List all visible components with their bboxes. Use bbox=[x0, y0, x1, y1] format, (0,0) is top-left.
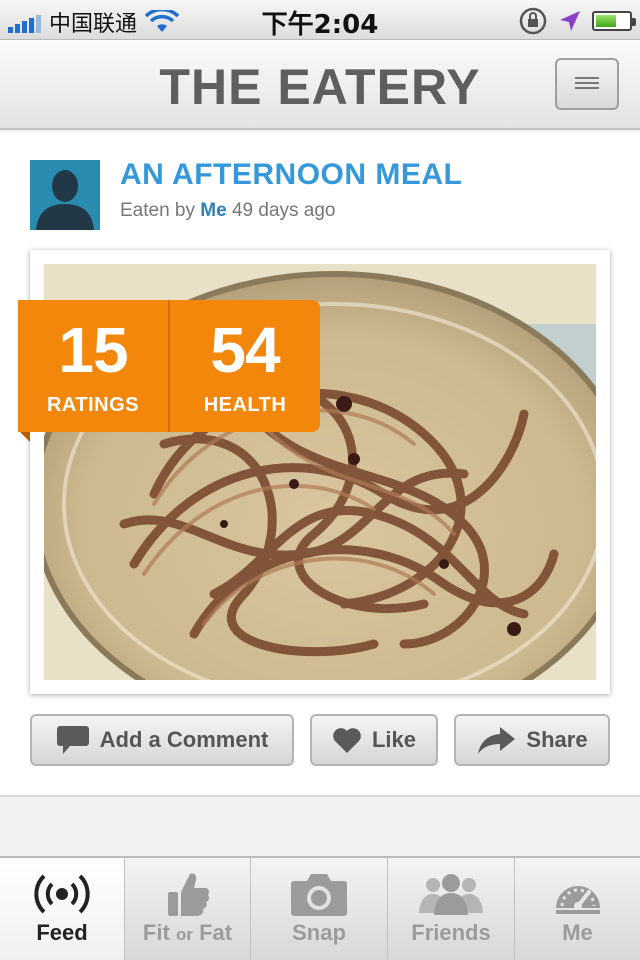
app-title: THE EATERY bbox=[159, 59, 481, 115]
tab-snap[interactable]: Snap bbox=[251, 858, 388, 960]
menu-button[interactable] bbox=[555, 58, 619, 110]
tab-fit-or-fat-label: Fit or Fat bbox=[142, 920, 233, 945]
battery-icon bbox=[592, 11, 636, 31]
add-comment-button[interactable]: Add a Comment bbox=[30, 714, 294, 766]
author-link[interactable]: Me bbox=[200, 200, 226, 221]
status-bar: 中国联通 下午2:04 bbox=[0, 0, 640, 40]
share-button[interactable]: Share bbox=[454, 714, 610, 766]
tab-feed[interactable]: Feed bbox=[0, 858, 125, 960]
feed-post: AN AFTERNOON MEAL Eaten by Me 49 days ag… bbox=[0, 132, 640, 797]
health-value: 54 bbox=[210, 314, 280, 386]
tab-me-label: Me bbox=[562, 920, 593, 945]
friends-icon bbox=[419, 874, 483, 915]
ratings-value: 15 bbox=[58, 314, 128, 386]
post-actions: Add a Comment Like Share bbox=[0, 714, 640, 768]
health-label: HEALTH bbox=[203, 394, 287, 416]
meta-time: 49 days ago bbox=[231, 200, 336, 221]
add-comment-label: Add a Comment bbox=[99, 727, 269, 752]
hamburger-icon bbox=[575, 77, 599, 91]
tab-me[interactable]: Me bbox=[515, 858, 640, 960]
broadcast-icon bbox=[34, 874, 90, 914]
share-arrow-icon bbox=[478, 727, 516, 754]
tab-fit-or-fat[interactable]: Fit or Fat bbox=[125, 858, 251, 960]
comment-icon bbox=[56, 726, 89, 754]
tab-friends[interactable]: Friends bbox=[388, 858, 515, 960]
share-label: Share bbox=[526, 727, 588, 752]
app-header: THE EATERY bbox=[0, 40, 640, 130]
location-icon bbox=[560, 11, 580, 31]
meta-prefix: Eaten by bbox=[120, 200, 195, 221]
like-label: Like bbox=[371, 727, 417, 752]
tab-friends-label: Friends bbox=[411, 920, 491, 945]
post-meta: Eaten by Me 49 days ago bbox=[120, 200, 336, 222]
tab-snap-label: Snap bbox=[292, 920, 346, 945]
post-title[interactable]: AN AFTERNOON MEAL bbox=[120, 158, 462, 192]
like-button[interactable]: Like bbox=[310, 714, 438, 766]
stats-badge: 15 RATINGS 54 HEALTH bbox=[18, 300, 320, 442]
rotation-lock-icon bbox=[519, 7, 547, 35]
avatar[interactable] bbox=[30, 160, 100, 230]
ratings-label: RATINGS bbox=[46, 394, 139, 416]
gauge-icon bbox=[555, 886, 600, 914]
ratings-stat[interactable]: 15 RATINGS bbox=[18, 300, 168, 432]
user-silhouette-icon bbox=[30, 160, 100, 230]
heart-icon bbox=[333, 728, 361, 753]
thumbs-up-icon bbox=[167, 873, 209, 916]
tab-bar: Feed Fit or Fat Snap Friends Me bbox=[0, 856, 640, 960]
tab-feed-label: Feed bbox=[36, 920, 88, 945]
health-stat[interactable]: 54 HEALTH bbox=[168, 300, 320, 432]
camera-icon bbox=[291, 874, 347, 916]
